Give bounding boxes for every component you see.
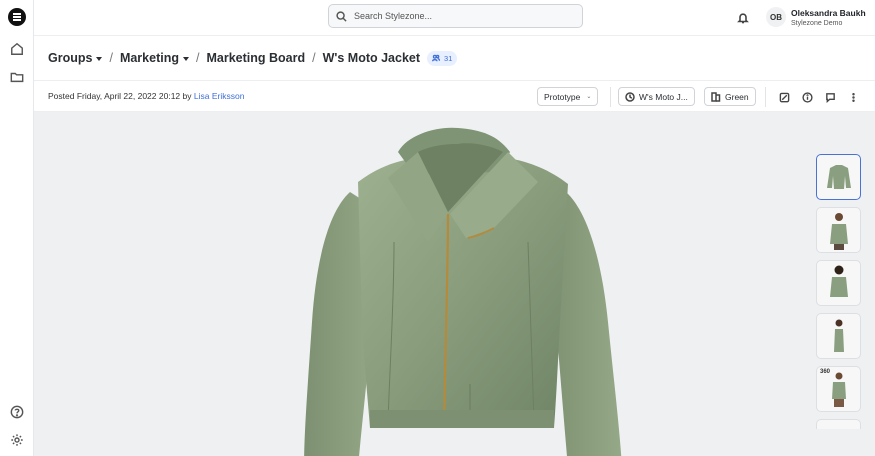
palette-icon: [711, 91, 721, 102]
thumbnail-front-garment[interactable]: [816, 154, 861, 200]
top-bar: OB Oleksandra Baukh Stylezone Demo: [34, 0, 875, 36]
user-org: Stylezone Demo: [791, 20, 843, 27]
page-title: W's Moto Jacket: [322, 51, 421, 65]
divider: [765, 87, 766, 107]
search-box[interactable]: [328, 4, 583, 28]
breadcrumb-marketing[interactable]: Marketing: [120, 51, 189, 65]
thumbnail-avatar-side[interactable]: [816, 313, 861, 359]
comment-icon[interactable]: [824, 91, 836, 103]
jacket-thumbnail-icon: [826, 165, 851, 189]
info-icon[interactable]: [801, 91, 813, 103]
breadcrumb-separator: /: [195, 51, 200, 65]
jacket-3d-render[interactable]: [298, 122, 628, 456]
thumbnail-avatar-front[interactable]: [816, 207, 861, 253]
compare-icon[interactable]: [778, 91, 790, 103]
help-icon[interactable]: [9, 404, 25, 420]
user-name[interactable]: Oleksandra Baukh: [791, 8, 866, 18]
thumbnail-more[interactable]: [816, 419, 861, 429]
search-input[interactable]: [354, 11, 554, 21]
people-icon: [432, 54, 441, 62]
breadcrumb-separator: /: [109, 51, 113, 65]
settings-gear-icon[interactable]: [9, 432, 25, 448]
breadcrumb: Groups / Marketing / Marketing Board / W…: [48, 50, 458, 66]
breadcrumb-groups[interactable]: Groups: [48, 51, 103, 65]
garment-viewer[interactable]: 360: [34, 112, 875, 456]
left-rail: [0, 0, 34, 456]
chevron-down-icon: ⌄: [586, 94, 592, 100]
thumbnail-360[interactable]: 360: [816, 366, 861, 412]
thumbnail-avatar-back[interactable]: [816, 260, 861, 306]
version-button[interactable]: W's Moto J...: [618, 87, 695, 106]
breadcrumb-board[interactable]: Marketing Board: [206, 51, 305, 65]
clock-icon: [625, 91, 635, 102]
post-meta-bar: Posted Friday, April 22, 2022 20:12 by L…: [34, 80, 875, 112]
avatar-thumbnail-icon: [829, 265, 848, 297]
home-icon[interactable]: [9, 41, 25, 57]
members-count-badge[interactable]: 31: [427, 50, 458, 66]
folder-icon[interactable]: [9, 69, 25, 85]
user-avatar[interactable]: OB: [766, 7, 786, 27]
breadcrumb-separator: /: [312, 51, 316, 65]
posted-info: Posted Friday, April 22, 2022 20:12 by L…: [48, 91, 245, 101]
view-thumbnails: 360: [816, 154, 862, 436]
chevron-down-icon: [96, 56, 103, 61]
more-options-icon[interactable]: [847, 91, 859, 103]
avatar-thumbnail-icon: [833, 319, 844, 352]
app-logo-icon[interactable]: [8, 8, 26, 26]
author-link[interactable]: Lisa Eriksson: [194, 91, 245, 101]
360-label: 360: [820, 369, 831, 375]
colorway-button[interactable]: Green: [704, 87, 756, 106]
notifications-bell-icon[interactable]: [737, 11, 749, 24]
divider: [610, 87, 611, 107]
avatar-thumbnail-icon: [829, 213, 848, 250]
stage-dropdown[interactable]: Prototype ⌄: [537, 87, 599, 106]
chevron-down-icon: [182, 56, 189, 61]
search-icon: [336, 10, 347, 22]
avatar-thumbnail-icon: [831, 372, 846, 407]
